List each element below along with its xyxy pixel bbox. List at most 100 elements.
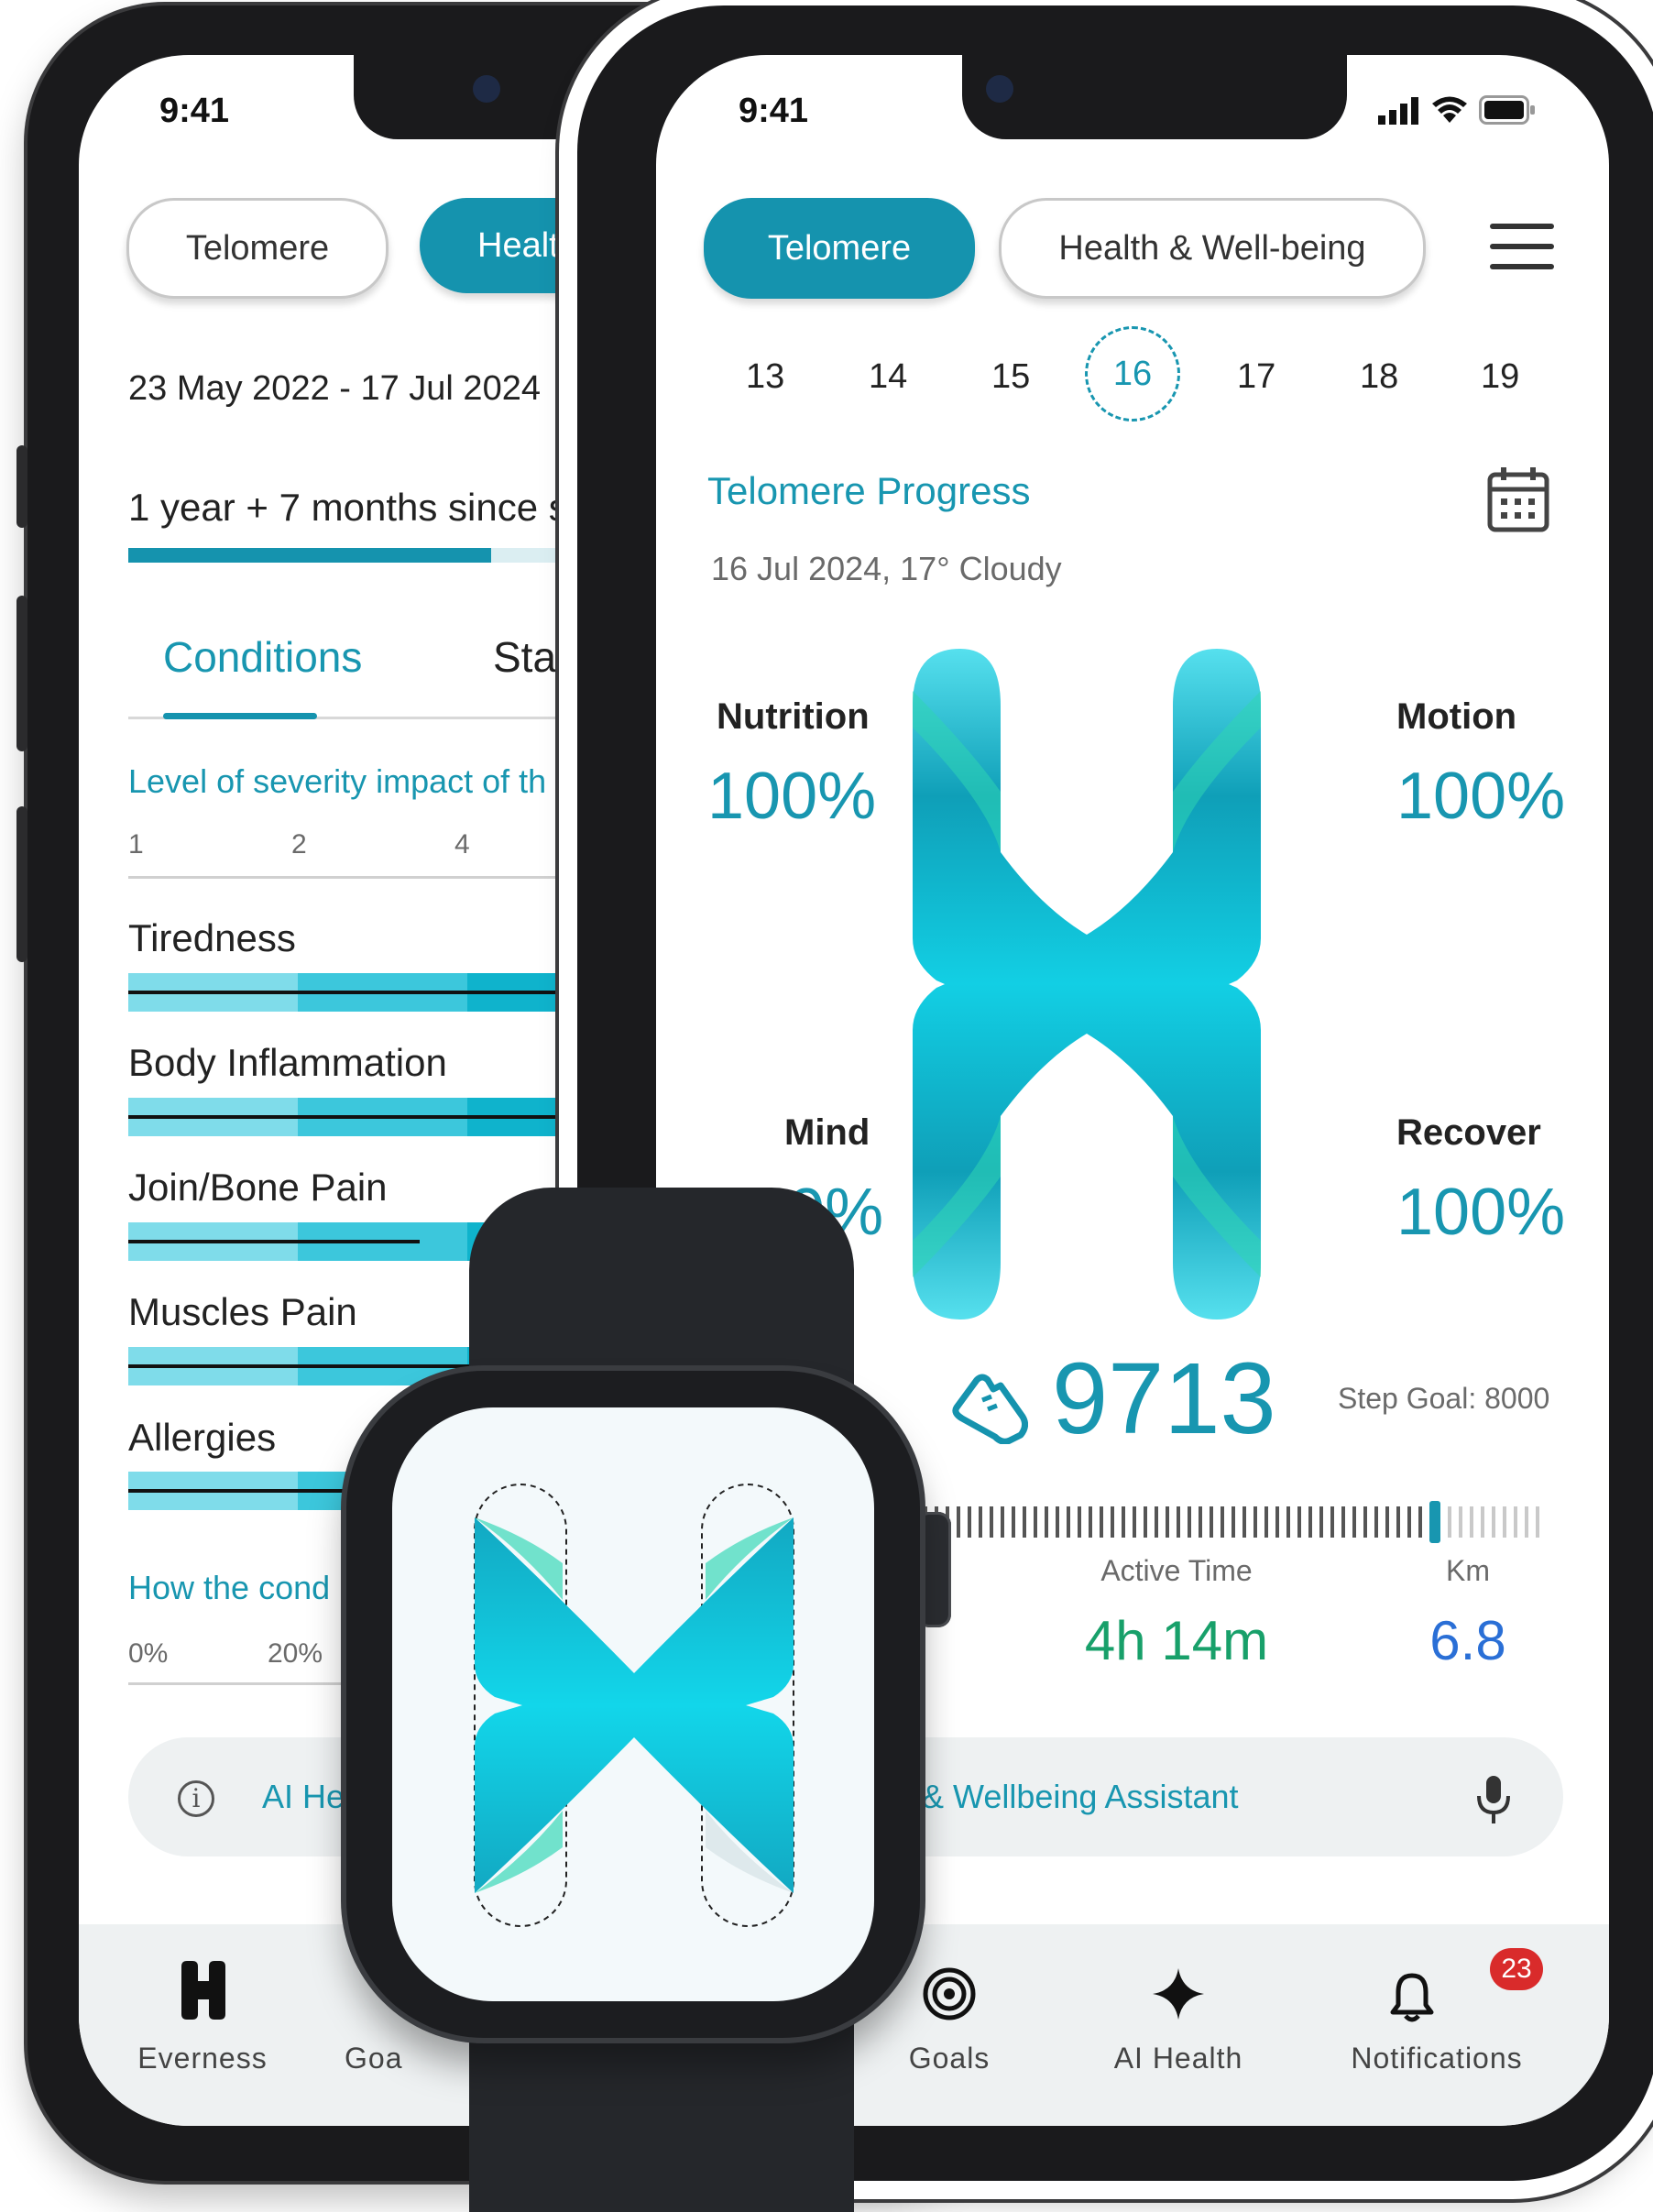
- notch: [962, 55, 1347, 139]
- step-tick: [957, 1506, 960, 1538]
- date-item-selected[interactable]: 16: [1085, 326, 1180, 422]
- digital-crown[interactable]: [916, 1512, 951, 1627]
- quadrant-value: 100%: [707, 760, 877, 833]
- step-tick: [1188, 1506, 1191, 1538]
- calendar-icon[interactable]: [1486, 465, 1550, 533]
- page-subtitle: 16 Jul 2024, 17° Cloudy: [711, 550, 1062, 587]
- how-title: How the cond: [128, 1569, 331, 1606]
- step-tick: [1308, 1506, 1312, 1538]
- condition-label: Body Inflammation: [128, 1041, 447, 1084]
- step-tick: [1330, 1506, 1334, 1538]
- nav-ai-health[interactable]: AI Health: [1096, 2042, 1261, 2075]
- status-time: 9:41: [159, 92, 230, 130]
- step-tick: [1374, 1506, 1378, 1538]
- step-tick: [1067, 1506, 1070, 1538]
- since-progress-fill: [128, 548, 491, 563]
- step-tick: [1034, 1506, 1037, 1538]
- tab-conditions[interactable]: Conditions: [163, 632, 362, 682]
- step-tick: [1122, 1506, 1125, 1538]
- step-tick: [1023, 1506, 1026, 1538]
- step-goal: Step Goal: 8000: [1338, 1382, 1550, 1415]
- quadrant-label: Motion: [1396, 696, 1517, 737]
- step-tick: [1199, 1506, 1202, 1538]
- step-tick: [1210, 1506, 1213, 1538]
- signal-icon: [1378, 97, 1418, 125]
- step-tick: [1407, 1506, 1411, 1538]
- nav-goals[interactable]: Goals: [885, 2042, 1013, 2075]
- condition-label: Tiredness: [128, 916, 296, 959]
- date-item[interactable]: 19: [1481, 357, 1519, 397]
- step-tick: [1177, 1506, 1180, 1538]
- step-tick: [1448, 1506, 1451, 1538]
- back-phone-side-button: [16, 596, 27, 751]
- step-tick: [1232, 1506, 1235, 1538]
- menu-icon[interactable]: [1490, 224, 1554, 269]
- date-range[interactable]: 23 May 2022 - 17 Jul 2024: [128, 369, 541, 409]
- scale-label: 4: [454, 829, 470, 860]
- tab-underline: [163, 713, 317, 719]
- step-tick: [1385, 1506, 1389, 1538]
- step-tick: [990, 1506, 993, 1538]
- camera-icon: [986, 75, 1013, 103]
- watch-screen: [392, 1407, 874, 2001]
- step-tick: [979, 1506, 982, 1538]
- step-tick: [1286, 1506, 1290, 1538]
- watch-x-logo-icon: [474, 1484, 794, 1927]
- step-tick: [1012, 1506, 1015, 1538]
- date-item[interactable]: 13: [746, 357, 784, 397]
- nav-goals-partial[interactable]: Goa: [345, 2042, 402, 2075]
- microphone-icon[interactable]: [1475, 1774, 1512, 1825]
- wifi-icon: [1432, 96, 1467, 123]
- condition-label: Join/Bone Pain: [128, 1166, 388, 1209]
- date-item[interactable]: 14: [869, 357, 907, 397]
- step-tick: [1089, 1506, 1092, 1538]
- step-tick: [1045, 1506, 1048, 1538]
- step-tick: [1470, 1506, 1473, 1538]
- nav-everness[interactable]: Everness: [115, 2042, 290, 2075]
- step-tick: [1514, 1506, 1517, 1538]
- tab-stat[interactable]: Stat: [493, 632, 568, 682]
- step-tick: [1363, 1506, 1367, 1538]
- step-tick: [1001, 1506, 1004, 1538]
- step-tick: [1264, 1506, 1268, 1538]
- date-item[interactable]: 15: [991, 357, 1030, 397]
- step-tick: [1242, 1506, 1246, 1538]
- step-tick: [1155, 1506, 1158, 1538]
- date-item[interactable]: 18: [1360, 357, 1398, 397]
- step-tick: [1319, 1506, 1323, 1538]
- condition-level-line: [128, 1115, 601, 1119]
- pct-scale-label: 0%: [128, 1638, 169, 1669]
- step-tick: [1133, 1506, 1136, 1538]
- scale-label: 2: [291, 829, 307, 860]
- everness-logo-icon[interactable]: [178, 1959, 229, 2021]
- stat-label: Active Time: [1100, 1554, 1253, 1587]
- ai-bar-text[interactable]: AI He: [262, 1778, 345, 1816]
- tab-health-wellbeing[interactable]: Health & Well-being: [999, 198, 1426, 299]
- step-tick: [1341, 1506, 1345, 1538]
- battery-icon: [1479, 95, 1535, 125]
- quadrant-value: 100%: [1396, 1176, 1566, 1249]
- severity-title: Level of severity impact of th: [128, 762, 547, 800]
- step-tick: [1100, 1506, 1103, 1538]
- page-title: Telomere Progress: [707, 469, 1031, 512]
- step-tick: [1056, 1506, 1059, 1538]
- tab-telomere[interactable]: Telomere: [126, 198, 389, 299]
- sparkle-icon[interactable]: [1151, 1966, 1206, 2021]
- nav-notifications[interactable]: Notifications: [1327, 2042, 1547, 2075]
- quadrant-value: 100%: [1396, 760, 1566, 833]
- step-tick: [1481, 1506, 1484, 1538]
- stat-label: Km: [1446, 1554, 1490, 1587]
- info-icon[interactable]: i: [178, 1780, 214, 1817]
- target-icon[interactable]: [922, 1966, 977, 2021]
- camera-icon: [473, 75, 500, 103]
- status-time: 9:41: [739, 92, 809, 130]
- bell-icon[interactable]: [1389, 1972, 1435, 2023]
- quadrant-label: Recover: [1396, 1112, 1541, 1153]
- since-text: 1 year + 7 months since s: [128, 486, 568, 529]
- assistant-text[interactable]: & Wellbeing Assistant: [922, 1778, 1239, 1816]
- date-item[interactable]: 17: [1237, 357, 1275, 397]
- step-tick: [1352, 1506, 1356, 1538]
- tab-telomere[interactable]: Telomere: [704, 198, 975, 299]
- step-tick: [1253, 1506, 1257, 1538]
- step-tick: [968, 1506, 971, 1538]
